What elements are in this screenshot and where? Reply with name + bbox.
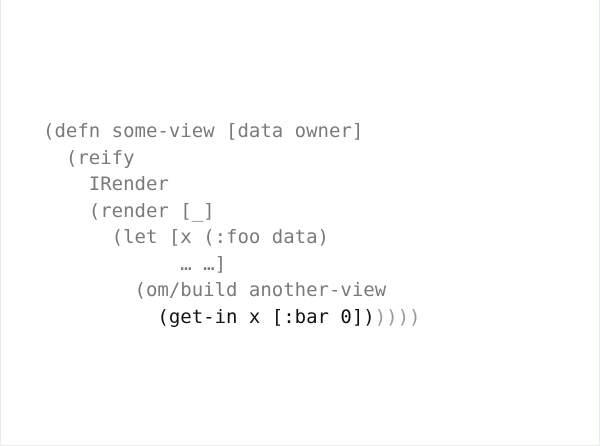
code-line-3: IRender <box>43 173 169 195</box>
highlighted-expression: (get-in x [:bar 0]) <box>157 305 375 328</box>
code-line-1: (defn some-view [data owner] <box>43 120 364 142</box>
code-line-5: (let [x (:foo data) <box>43 226 329 248</box>
code-line-7: (om/build another-view <box>43 279 387 301</box>
code-line-4: (render [_] <box>43 199 215 222</box>
slide: (defn some-view [data owner] (reify IRen… <box>0 0 600 446</box>
code-line-2: (reify <box>43 146 135 169</box>
code-block: (defn some-view [data owner] (reify IRen… <box>43 118 421 330</box>
code-line-8: (get-in x [:bar 0]))))) <box>43 304 421 331</box>
code-line-6: … …] <box>43 252 227 275</box>
trailing-parens: )))) <box>374 305 421 328</box>
code-line-8-indent <box>43 306 157 328</box>
